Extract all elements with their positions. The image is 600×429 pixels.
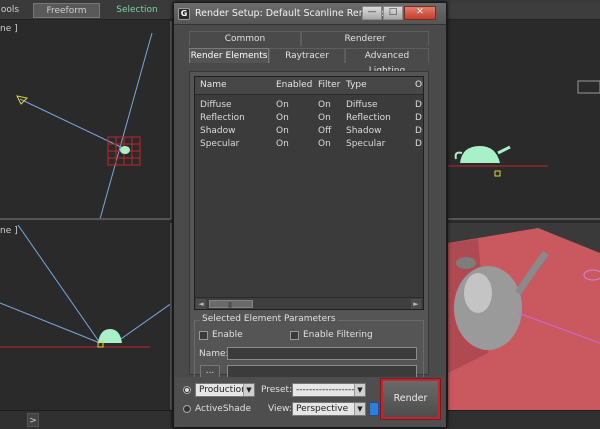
scroll-left-icon[interactable]: ◄ [196,299,206,309]
element-filter: Off [318,126,332,136]
list-item[interactable]: Shadow On Off Shadow D:\ [195,125,423,138]
viewport-scene-top-right [448,80,600,177]
element-type: Shadow [346,126,382,136]
viewport-scene-perspective [448,228,600,410]
view-select[interactable]: Perspective ▼ [292,402,366,416]
viewport-perspective[interactable] [448,223,600,410]
element-name: Reflection [200,113,245,123]
ribbon-tab-freeform[interactable]: Freeform [33,3,100,18]
column-filter[interactable]: Filter [318,80,340,90]
render-elements-panel: Name Enabled Filter Type Ou Diffuse On O… [189,71,429,380]
column-enabled[interactable]: Enabled [276,80,312,90]
scroll-right-icon[interactable]: ► [411,299,421,309]
enable-filtering-checkbox[interactable] [290,331,299,340]
name-label: Name: [199,349,229,359]
view-label: View: [268,404,292,414]
column-output[interactable]: Ou [415,80,423,90]
dialog-title: Render Setup: Default Scanline Renderer [195,8,391,19]
render-mode-select[interactable]: Production ▼ [195,383,255,397]
element-enabled: On [276,126,289,136]
list-item[interactable]: Diffuse On On Diffuse D:\ [195,99,423,112]
viewport-scene-bottom-left [0,224,170,348]
viewport-top-right[interactable] [448,21,600,220]
element-type: Reflection [346,113,391,123]
ribbon-tab-tools[interactable]: ools [0,3,20,18]
chevron-down-icon: ▼ [354,384,365,396]
horizontal-scrollbar[interactable]: ◄ ||| ► [195,297,423,309]
element-output: D:\ [415,113,423,123]
app-icon: G [178,8,190,20]
lock-icon[interactable] [369,402,379,416]
element-name: Shadow [200,126,236,136]
enable-filtering-label: Enable Filtering [303,330,373,340]
element-enabled: On [276,113,289,123]
element-enabled: On [276,100,289,110]
tab-renderer[interactable]: Renderer [301,31,429,46]
element-output: D:\ [415,100,423,110]
element-name: Specular [200,139,240,149]
element-output: D:\ [415,139,423,149]
element-type: Diffuse [346,100,378,110]
element-type: Specular [346,139,386,149]
group-title: Selected Element Parameters [200,314,338,324]
activeshade-radio[interactable] [183,405,191,413]
title-bar[interactable]: G Render Setup: Default Scanline Rendere… [174,3,446,25]
scroll-thumb[interactable]: ||| [209,300,253,309]
activeshade-label: ActiveShade [195,404,252,414]
production-radio[interactable] [183,386,191,394]
expand-button[interactable]: > [27,413,39,427]
viewport-top-left[interactable]: ne ] [0,21,172,220]
element-filter: On [318,139,331,149]
enable-label: Enable [212,330,243,340]
render-elements-list[interactable]: Name Enabled Filter Type Ou Diffuse On O… [194,76,424,310]
column-name[interactable]: Name [200,80,227,90]
render-mode-value: Production [199,385,247,395]
minimize-button[interactable]: — [362,6,382,20]
name-field[interactable] [227,347,417,360]
column-type[interactable]: Type [346,80,367,90]
element-enabled: On [276,139,289,149]
chevron-down-icon: ▼ [354,403,365,415]
chevron-down-icon: ▼ [243,384,254,396]
tab-render-elements[interactable]: Render Elements [189,48,269,63]
ribbon-tab-empty [448,3,600,18]
viewport-scene-top-left [16,32,153,218]
element-name: Diffuse [200,100,232,110]
grip-icon: ||| [228,302,232,309]
render-controls: Production ▼ Preset: -------------------… [175,377,445,427]
preset-value: -------------------- [296,385,361,395]
list-item[interactable]: Specular On On Specular D:\ [195,138,423,151]
list-header: Name Enabled Filter Type Ou [195,77,423,95]
tab-raytracer[interactable]: Raytracer [269,48,345,63]
render-setup-dialog: G Render Setup: Default Scanline Rendere… [173,2,447,428]
preset-select[interactable]: -------------------- ▼ [292,383,366,397]
tab-advanced-lighting[interactable]: Advanced Lighting [345,48,429,76]
tab-common[interactable]: Common [189,31,301,46]
element-output: D:\ [415,126,423,136]
preset-label: Preset: [261,385,293,395]
selected-element-parameters: Selected Element Parameters Enable Enabl… [194,314,424,380]
enable-checkbox[interactable] [199,331,208,340]
close-button[interactable]: ✕ [404,6,436,20]
element-filter: On [318,100,331,110]
view-value: Perspective [296,404,349,414]
element-filter: On [318,113,331,123]
maximize-button[interactable]: □ [383,6,403,20]
list-item[interactable]: Reflection On On Reflection D:\ [195,112,423,125]
ribbon-tab-selection[interactable]: Selection [108,3,166,18]
viewport-bottom-left[interactable]: ne ] [0,223,172,410]
render-button[interactable]: Render [381,379,440,419]
